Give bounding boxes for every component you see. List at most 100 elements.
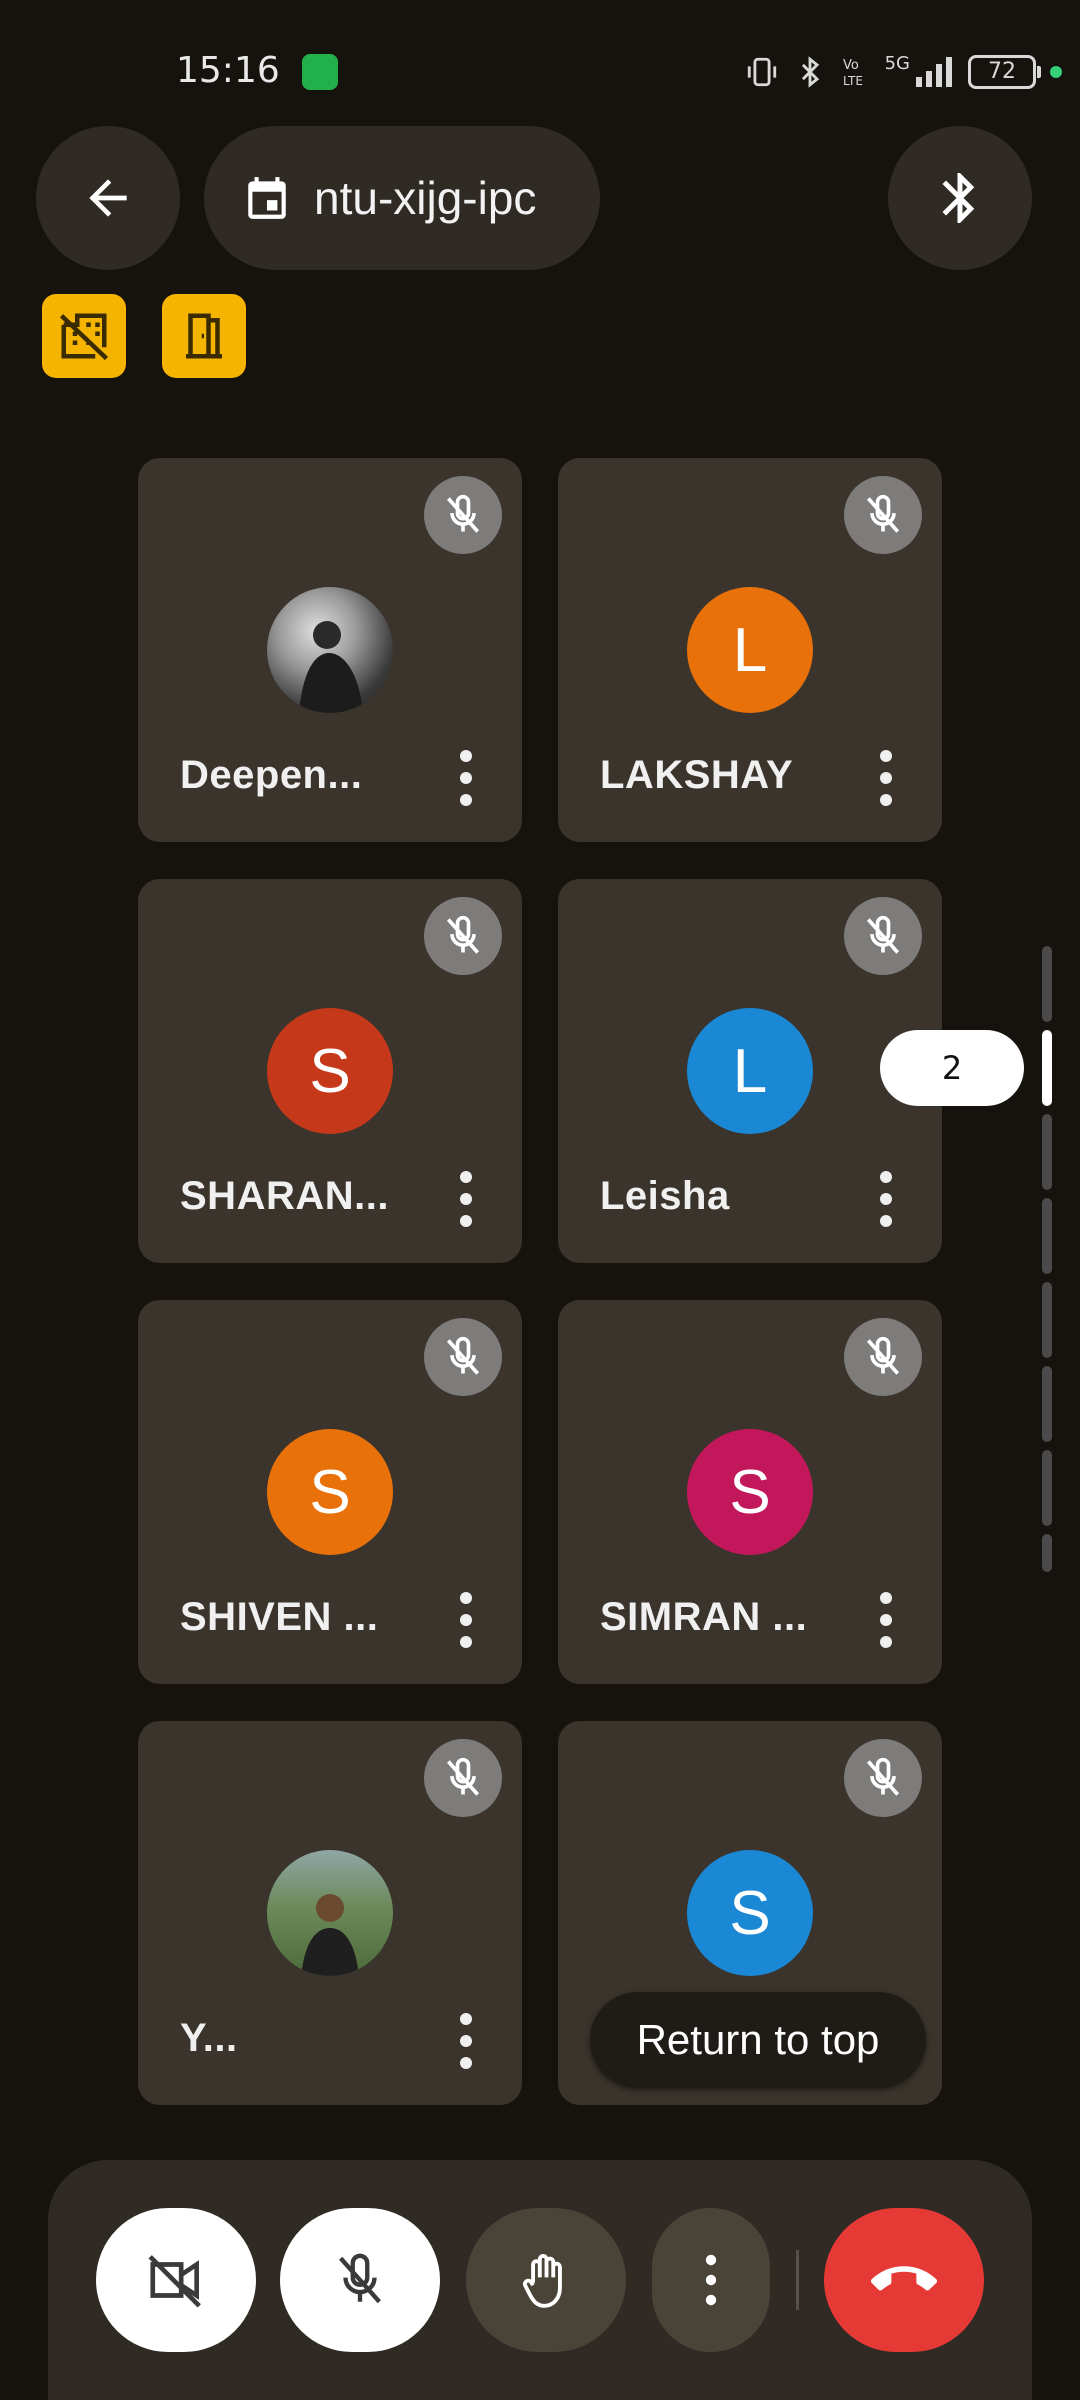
participant-tile[interactable]: Deepen... xyxy=(138,458,522,842)
more-vert-icon xyxy=(460,750,472,762)
bluetooth-icon xyxy=(942,173,975,223)
status-icons: Vo LTE 5G 72 xyxy=(745,50,1062,94)
status-bar: 15:16 Vo LTE 5G 72 xyxy=(0,0,1080,140)
mic-off-icon xyxy=(446,494,480,533)
participant-tile[interactable]: L LAKSHAY xyxy=(558,458,942,842)
meeting-info-button[interactable]: ntu-xijg-ipc xyxy=(204,126,600,270)
more-vert-icon xyxy=(880,750,892,762)
mic-off-icon xyxy=(446,1336,480,1375)
avatar-initial: S xyxy=(729,1457,771,1527)
more-options-button[interactable] xyxy=(652,2208,770,2352)
avatar-initial: S xyxy=(729,1878,771,1948)
mic-off-icon xyxy=(866,1336,900,1375)
breakout-room-badge[interactable] xyxy=(162,294,246,378)
participant-tile[interactable]: S SHIVEN ... xyxy=(138,1300,522,1684)
avatar: L xyxy=(687,587,813,713)
svg-text:Vo: Vo xyxy=(843,58,859,73)
mic-muted-indicator xyxy=(844,476,922,554)
signal-icon xyxy=(916,57,952,87)
avatar: L xyxy=(687,1008,813,1134)
more-options-button[interactable] xyxy=(456,1592,476,1648)
person-photo-icon xyxy=(301,1894,359,1976)
mic-muted-indicator xyxy=(424,897,502,975)
mic-off-icon xyxy=(446,1757,480,1796)
videocam-off-icon xyxy=(148,2255,201,2308)
page-indicator[interactable] xyxy=(1042,1534,1052,1572)
participant-name: LAKSHAY xyxy=(600,753,794,797)
calendar-icon xyxy=(248,177,286,219)
privacy-indicator-dot xyxy=(1050,66,1062,78)
avatar-initial: S xyxy=(309,1036,351,1106)
mic-muted-indicator xyxy=(424,476,502,554)
domain-disabled-icon xyxy=(59,313,109,361)
host-controls-badge[interactable] xyxy=(42,294,126,378)
mic-muted-indicator xyxy=(424,1739,502,1817)
network-type: 5G xyxy=(884,52,910,74)
avatar: S xyxy=(687,1850,813,1976)
avatar-initial: S xyxy=(309,1457,351,1527)
controls-divider xyxy=(796,2250,799,2310)
page-indicator[interactable] xyxy=(1042,946,1052,1022)
more-vert-icon xyxy=(705,2254,717,2306)
participant-name: Leisha xyxy=(600,1174,730,1218)
mic-off-icon xyxy=(446,915,480,954)
page-number-bubble: 2 xyxy=(880,1030,1024,1106)
more-options-button[interactable] xyxy=(876,1171,896,1227)
camera-toggle-button[interactable] xyxy=(96,2208,256,2352)
arrow-back-icon xyxy=(89,179,127,217)
back-button[interactable] xyxy=(36,126,180,270)
microphone-toggle-button[interactable] xyxy=(280,2208,440,2352)
mic-muted-indicator xyxy=(844,897,922,975)
participant-tile[interactable]: S SHARAN... xyxy=(138,879,522,1263)
page-indicator-current[interactable] xyxy=(1042,1030,1052,1106)
person-photo-icon xyxy=(299,621,363,713)
more-vert-icon xyxy=(460,2013,472,2025)
more-options-button[interactable] xyxy=(456,1171,476,1227)
page-indicator[interactable] xyxy=(1042,1114,1052,1190)
avatar xyxy=(267,587,393,713)
page-indicator[interactable] xyxy=(1042,1282,1052,1358)
battery-icon: 72 xyxy=(968,55,1041,89)
more-vert-icon xyxy=(880,1171,892,1183)
meeting-top-bar: ntu-xijg-ipc xyxy=(0,126,1080,272)
volte-icon: VoLTE xyxy=(843,58,863,88)
more-vert-icon xyxy=(880,1592,892,1604)
more-options-button[interactable] xyxy=(876,750,896,806)
participant-tile[interactable]: S SIMRAN ... xyxy=(558,1300,942,1684)
app-notification-icon xyxy=(302,54,338,90)
mic-off-icon xyxy=(866,494,900,533)
avatar xyxy=(267,1850,393,1976)
participant-name: Y... xyxy=(180,2016,238,2060)
vibrate-icon xyxy=(747,57,776,87)
audio-output-button[interactable] xyxy=(888,126,1032,270)
more-options-button[interactable] xyxy=(456,750,476,806)
page-indicator[interactable] xyxy=(1042,1450,1052,1526)
more-options-button[interactable] xyxy=(456,2013,476,2069)
mic-muted-indicator xyxy=(844,1318,922,1396)
call-controls-bar xyxy=(48,2160,1032,2400)
more-vert-icon xyxy=(460,1171,472,1183)
svg-text:LTE: LTE xyxy=(843,74,863,88)
participant-name: SHARAN... xyxy=(180,1174,389,1218)
return-to-top-button[interactable]: Return to top xyxy=(590,1992,926,2088)
door-icon xyxy=(186,313,222,359)
page-indicator[interactable] xyxy=(1042,1366,1052,1442)
participant-name: Deepen... xyxy=(180,753,363,797)
call-end-icon xyxy=(871,2266,937,2291)
participant-tile[interactable]: Y... xyxy=(138,1721,522,2105)
participant-name: SIMRAN ... xyxy=(600,1595,808,1639)
avatar-initial: L xyxy=(732,615,768,685)
raise-hand-button[interactable] xyxy=(466,2208,626,2352)
avatar: S xyxy=(267,1429,393,1555)
mic-off-icon xyxy=(339,2253,381,2304)
more-vert-icon xyxy=(460,1592,472,1604)
participant-name: SHIVEN ... xyxy=(180,1595,379,1639)
more-options-button[interactable] xyxy=(876,1592,896,1648)
end-call-button[interactable] xyxy=(824,2208,984,2352)
bluetooth-status-icon xyxy=(801,56,819,88)
avatar: S xyxy=(267,1008,393,1134)
page-indicator[interactable] xyxy=(1042,1198,1052,1274)
mic-muted-indicator xyxy=(424,1318,502,1396)
avatar-initial: L xyxy=(732,1036,768,1106)
mic-off-icon xyxy=(866,1757,900,1796)
